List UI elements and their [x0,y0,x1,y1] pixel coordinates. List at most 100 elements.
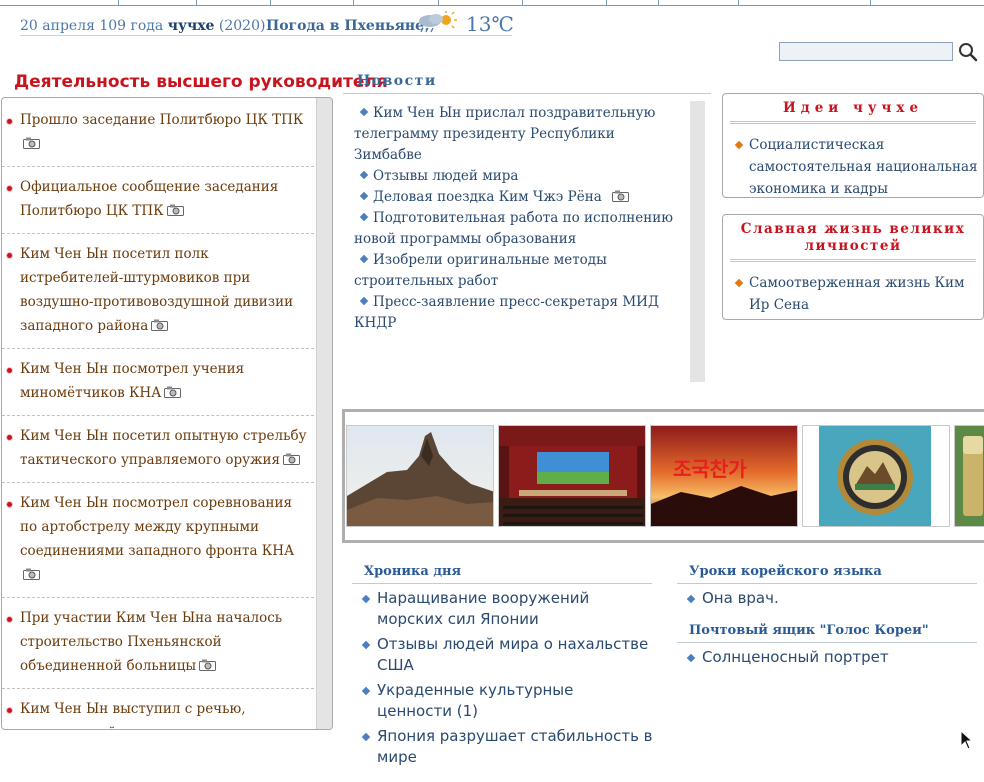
chronicle-list: Наращивание вооружений морских сил Япони… [361,588,653,772]
news-link[interactable]: Ким Чен Ын прислал поздравительную телег… [354,105,655,163]
lessons-item[interactable]: Она врач. [686,588,978,609]
juche-ideas-box: Идеи чучхе Социалистическая самостоятель… [722,93,984,198]
camera-icon [23,133,40,149]
bullet-icon [361,640,371,650]
news-scrollbar[interactable] [690,101,705,382]
camera-icon [605,188,629,202]
chronicle-section-title: Хроника дня [364,564,462,579]
bullet-icon [359,107,369,117]
sunrise-calligraphy-photo[interactable]: 조국찬가 [650,425,798,527]
mailbox-item[interactable]: Солнценосный портрет [686,647,978,668]
korean-lessons-divider [677,583,977,584]
leadership-news-link[interactable]: Официальное сообщение заседания Политбюр… [20,179,278,219]
current-date: 20 апреля 109 года чучхе (2020) [20,18,266,34]
news-item[interactable]: Отзывы людей мира [346,166,684,187]
bullet-icon [6,252,13,259]
news-item[interactable]: Пресс-заявление пресс-секретаря МИД КНДР [346,292,684,334]
bullet-icon [686,594,696,604]
camera-icon [164,382,182,398]
bullet-icon [686,653,696,663]
leadership-news-link[interactable]: Ким Чен Ын посмотрел соревнования по арт… [20,495,294,559]
juche-box-item[interactable]: Социалистическая самостоятельная национа… [734,134,983,200]
leadership-list: Прошло заседание Политбюро ЦК ТПК Официал… [2,100,314,729]
news-item[interactable]: Изобрели оригинальные методы строительны… [346,250,684,292]
bullet-icon [6,367,13,374]
mountain-peak-photo[interactable] [346,425,494,527]
news-link[interactable]: Отзывы людей мира [373,168,518,184]
korean-lessons-title: Уроки корейского языка [689,564,882,579]
news-section-title: Новости [357,73,437,89]
chronicle-link[interactable]: Наращивание вооружений морских сил Япони… [377,589,589,628]
glory-box-link[interactable]: Самоотверженная жизнь Ким Ир Сена [749,275,964,313]
chronicle-divider [352,583,652,584]
leadership-news-item[interactable]: Ким Чен Ын посмотрел учения миномётчиков… [2,349,314,416]
great-persons-box: Славная жизнь великих личностей Самоотве… [722,214,984,320]
juche-box-link[interactable]: Социалистическая самостоятельная национа… [749,137,978,197]
news-link[interactable]: Подготовительная работа по исполнению но… [354,210,673,247]
leadership-news-item[interactable]: Ким Чен Ын посетил полк истребителей-шту… [2,234,314,349]
leadership-news-item[interactable]: Ким Чен Ын выступил с речью, посвященной… [2,689,314,729]
news-item[interactable]: Ким Чен Ын прислал поздравительную телег… [346,103,684,166]
bullet-icon [359,296,369,306]
bullet-icon [6,118,13,125]
news-item[interactable]: Подготовительная работа по исполнению но… [346,208,684,250]
photo-gallery: 조국찬가 [342,409,984,543]
bullet-icon [6,616,13,623]
news-divider [343,93,711,94]
chronicle-link[interactable]: Украденные культурные ценности (1) [377,681,573,720]
mailbox-list: Солнценосный портрет [686,647,978,672]
weather-label: Погода в Пхеньяне: [266,18,429,34]
temperature: 13℃ [466,12,514,36]
bullet-icon [361,686,371,696]
mailbox-divider [677,642,977,643]
leadership-news-link[interactable]: Прошло заседание Политбюро ЦК ТПК [20,112,303,128]
news-link[interactable]: Изобрели оригинальные методы строительны… [354,252,607,289]
mailbox-section-title: Почтовый ящик "Голос Кореи" [689,623,929,638]
chronicle-item[interactable]: Наращивание вооружений морских сил Япони… [361,588,653,630]
leadership-news-link[interactable]: Ким Чен Ын посетил опытную стрельбу такт… [20,428,307,468]
bullet-icon [359,191,369,201]
leadership-scrollbar[interactable] [316,98,332,729]
chronicle-item[interactable]: Япония разрушает стабильность в мире [361,726,653,768]
leadership-news-link[interactable]: Ким Чен Ын выступил с речью, посвященной… [20,701,295,729]
great-persons-list: Самоотверженная жизнь Ким Ир Сена [734,272,983,316]
camera-icon [23,564,40,580]
search-input[interactable] [779,42,953,61]
lighter-photo[interactable] [954,425,984,527]
leadership-news-item[interactable]: При участии Ким Чен Ына началось строите… [2,598,314,689]
bullet-icon [6,707,13,714]
bullet-icon [359,254,369,264]
bullet-icon [734,278,744,288]
bullet-icon [6,434,13,441]
chronicle-link[interactable]: Отзывы людей мира о нахальстве США [377,635,648,674]
camera-icon [166,200,184,216]
top-navigation-strip [0,0,984,6]
leadership-news-item[interactable]: Ким Чен Ын посетил опытную стрельбу такт… [2,416,314,483]
bullet-icon [361,732,371,742]
decorative-plate-photo[interactable] [802,425,950,527]
news-link[interactable]: Пресс-заявление пресс-секретаря МИД КНДР [354,294,659,331]
chronicle-item[interactable]: Отзывы людей мира о нахальстве США [361,634,653,676]
date-weather-bar: 20 апреля 109 года чучхе (2020) Погода в… [20,11,514,36]
leadership-news-link[interactable]: Ким Чен Ын посмотрел учения миномётчиков… [20,361,244,401]
search-icon[interactable] [958,42,978,62]
great-persons-title: Славная жизнь великих личностей [730,221,976,262]
bullet-icon [734,140,744,150]
leadership-news-item[interactable]: Официальное сообщение заседания Политбюр… [2,167,314,234]
bullet-icon [6,501,13,508]
concert-stage-photo[interactable] [498,425,646,527]
glory-box-item[interactable]: Самоотверженная жизнь Ким Ир Сена [734,272,983,316]
mouse-cursor-icon [960,730,974,750]
mailbox-link[interactable]: Солнценосный портрет [702,648,889,666]
leadership-news-link[interactable]: При участии Ким Чен Ына началось строите… [20,610,282,674]
news-item[interactable]: Деловая поездка Ким Чжэ Рёна [346,187,684,208]
cloud-rain-sun-icon [419,11,457,33]
chronicle-link[interactable]: Япония разрушает стабильность в мире [377,727,653,766]
leadership-news-item[interactable]: Ким Чен Ын посмотрел соревнования по арт… [2,483,314,598]
chronicle-item[interactable]: Украденные культурные ценности (1) [361,680,653,722]
lessons-link[interactable]: Она врач. [702,589,779,607]
svg-text:조국찬가: 조국찬가 [673,457,747,481]
news-link[interactable]: Деловая поездка Ким Чжэ Рёна [373,189,602,205]
leadership-news-item[interactable]: Прошло заседание Политбюро ЦК ТПК [2,100,314,167]
bullet-icon [361,594,371,604]
